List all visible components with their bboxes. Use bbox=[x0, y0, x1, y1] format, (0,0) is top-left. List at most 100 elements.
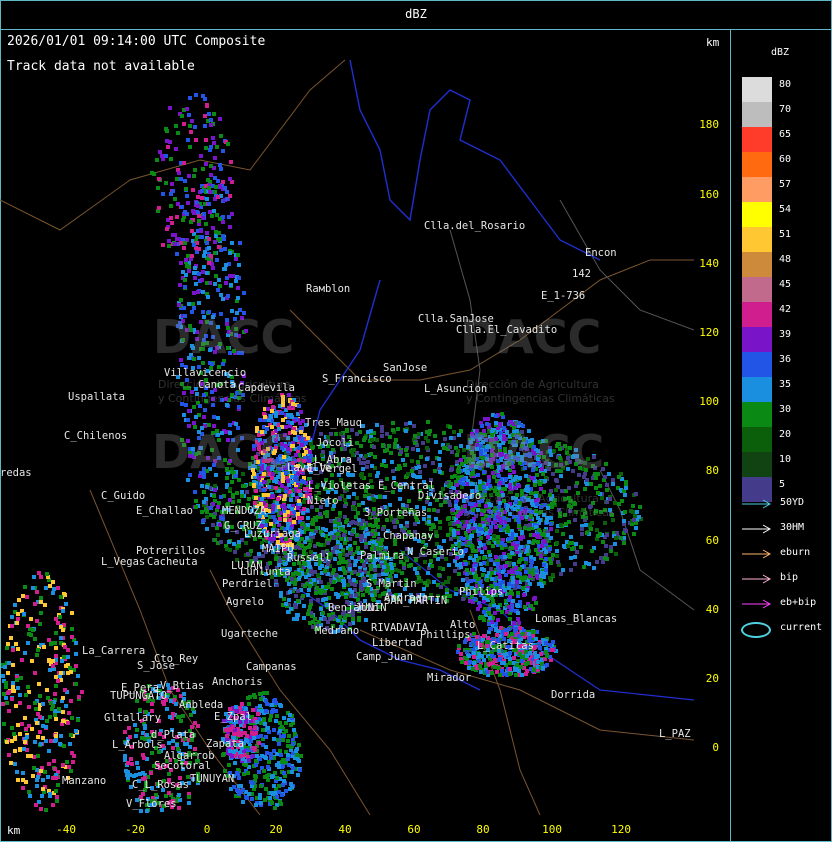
legend-value: 20 bbox=[779, 429, 792, 440]
x-tick-label: -40 bbox=[56, 823, 76, 836]
y-tick-label: 80 bbox=[705, 464, 720, 477]
y-axis-unit: km bbox=[706, 36, 720, 49]
legend-value: 51 bbox=[779, 229, 792, 240]
place-label: Luzuriaga bbox=[244, 528, 301, 540]
x-axis-unit: km bbox=[7, 824, 21, 837]
x-tick-label: 100 bbox=[542, 823, 562, 836]
place-label: SAN_MARTIN bbox=[384, 595, 448, 607]
place-label: 3_Porteñas bbox=[364, 507, 428, 519]
place-label: Ugarteche bbox=[221, 628, 278, 640]
place-label: Tres_Mauq bbox=[305, 417, 362, 429]
watermark-brand-3: DACC bbox=[152, 425, 294, 479]
place-label: La_Carrera bbox=[82, 645, 146, 657]
y-tick-label: 120 bbox=[699, 326, 720, 339]
track-arrow-icon bbox=[741, 546, 773, 565]
window-title: dBZ bbox=[405, 7, 427, 21]
place-label: Perdriel bbox=[222, 578, 273, 590]
track-legend-label: bip bbox=[780, 572, 799, 583]
track-arrow-icon bbox=[741, 596, 773, 615]
place-label: Zapata bbox=[206, 738, 244, 750]
legend-swatch bbox=[742, 402, 772, 427]
x-tick-label: 20 bbox=[269, 823, 283, 836]
track-legend-label: 50YD bbox=[780, 497, 805, 508]
track-legend-label: 30HM bbox=[780, 522, 805, 533]
y-tick-label: 20 bbox=[705, 672, 720, 685]
place-label: Capdevila bbox=[238, 382, 295, 394]
legend-value: 36 bbox=[779, 354, 792, 365]
place-label: L_Catitas bbox=[477, 640, 534, 652]
watermark-sub-1: Dirección de Agricultura y Contingencias … bbox=[466, 378, 615, 405]
legend-value: 54 bbox=[779, 204, 792, 215]
place-label: L_Vegas bbox=[101, 556, 146, 568]
watermark-sub-2: Dirección de Agricultura y Contingencias … bbox=[466, 492, 615, 519]
place-label: S_Jose bbox=[137, 660, 175, 672]
legend-value: 42 bbox=[779, 304, 792, 315]
place-label: Nieto bbox=[307, 495, 339, 507]
x-tick-label: 120 bbox=[611, 823, 631, 836]
legend-swatch bbox=[742, 277, 772, 302]
legend-value: 5 bbox=[779, 479, 786, 490]
legend-value: 57 bbox=[779, 179, 792, 190]
place-label: Philips bbox=[459, 586, 504, 598]
legend-value: 30 bbox=[779, 404, 792, 415]
legend-swatch bbox=[742, 377, 772, 402]
x-tick-label: 80 bbox=[476, 823, 490, 836]
watermark-brand-1: DACC bbox=[153, 310, 295, 364]
legend-value: 80 bbox=[779, 79, 792, 90]
legend-value: 10 bbox=[779, 454, 792, 465]
place-label: 142 bbox=[572, 268, 591, 280]
legend-value: 60 bbox=[779, 154, 792, 165]
legend-swatch bbox=[742, 427, 772, 452]
place-label: TUPUNGATO bbox=[110, 690, 167, 702]
place-label: Uspallata bbox=[68, 391, 125, 403]
place-label: Jocoli bbox=[316, 437, 354, 449]
place-label: Secotoral bbox=[154, 760, 211, 772]
place-label: Anbleda bbox=[179, 699, 224, 711]
place-label: Dorrida bbox=[551, 689, 596, 701]
track-arrow-icon bbox=[741, 571, 773, 590]
track-legend-label: eburn bbox=[780, 547, 811, 558]
place-label: Manzano bbox=[62, 775, 107, 787]
place-label: E_Zpal bbox=[214, 711, 252, 723]
legend-swatch bbox=[742, 77, 772, 102]
current-position-icon bbox=[741, 622, 771, 638]
place-label: L_PAZ bbox=[659, 728, 691, 740]
x-tick-label: -20 bbox=[125, 823, 145, 836]
place-label: Lunlunta bbox=[240, 566, 291, 578]
legend-swatch bbox=[742, 202, 772, 227]
place-label: N_Caserio bbox=[407, 546, 464, 558]
place-label: C_Guido bbox=[101, 490, 146, 502]
legend-value: 45 bbox=[779, 279, 792, 290]
legend-swatch bbox=[742, 452, 772, 477]
place-label: Agrelo bbox=[226, 596, 264, 608]
y-tick-label: 180 bbox=[699, 118, 720, 131]
place-label: Chapanay bbox=[383, 530, 434, 542]
track-legend-label: current bbox=[780, 622, 823, 633]
y-tick-label: 140 bbox=[699, 257, 720, 270]
place-label: Canota bbox=[198, 379, 236, 391]
legend-swatch bbox=[742, 302, 772, 327]
place-label: Palmira bbox=[360, 550, 405, 562]
track-arrow-icon bbox=[741, 521, 773, 540]
y-tick-label: 0 bbox=[712, 741, 720, 754]
y-tick-label: 160 bbox=[699, 188, 720, 201]
place-label: L_Asuncion bbox=[424, 383, 488, 395]
legend-swatch bbox=[742, 252, 772, 277]
y-tick-label: 40 bbox=[705, 603, 720, 616]
place-label: redas bbox=[0, 467, 32, 479]
place-label: S_Martin bbox=[366, 578, 417, 590]
place-label: Villavicencio bbox=[164, 367, 247, 379]
legend-swatch bbox=[742, 327, 772, 352]
legend-value: 65 bbox=[779, 129, 792, 140]
legend-value: 35 bbox=[779, 379, 792, 390]
y-tick-label: 60 bbox=[705, 534, 720, 547]
x-tick-label: 0 bbox=[203, 823, 211, 836]
place-label: Encon bbox=[585, 247, 617, 259]
place-label: E_Challao bbox=[136, 505, 193, 517]
place-label: SanJose bbox=[383, 362, 428, 374]
place-label: L_Arbols bbox=[112, 739, 163, 751]
legend-value: 70 bbox=[779, 104, 792, 115]
place-label: MENDOZA bbox=[222, 505, 267, 517]
place-label: Russell bbox=[287, 552, 332, 564]
place-label: Divisadero bbox=[418, 490, 482, 502]
